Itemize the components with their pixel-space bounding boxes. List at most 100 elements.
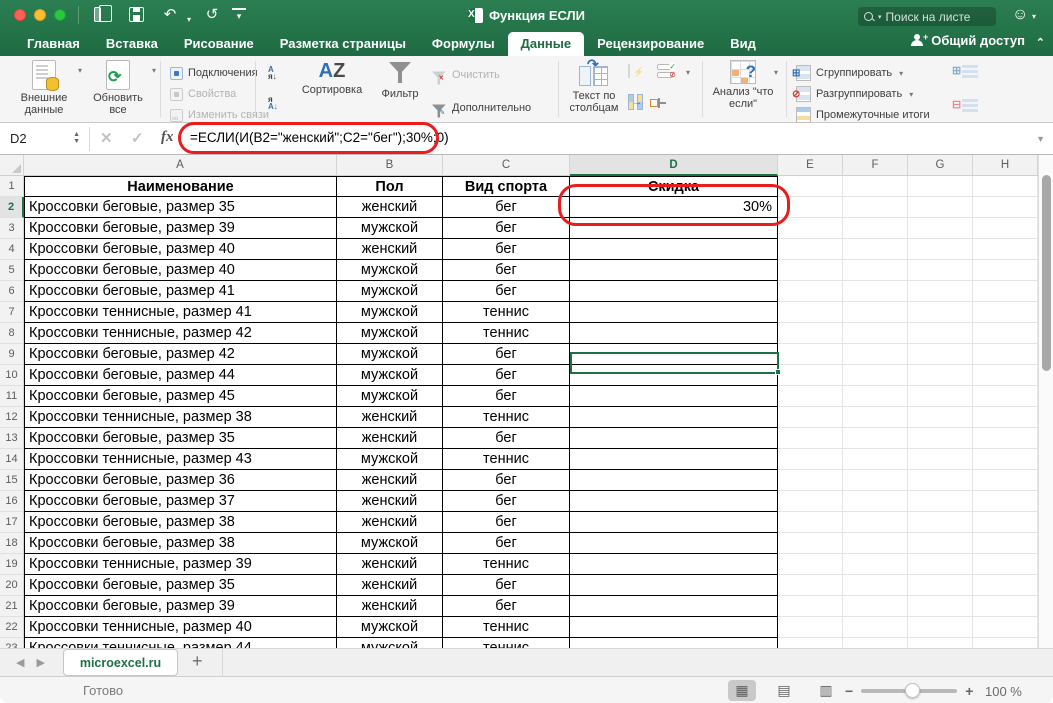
cell-A2[interactable]: Кроссовки беговые, размер 35 <box>24 197 337 218</box>
cell-H10[interactable] <box>973 365 1038 386</box>
zoom-in-button[interactable]: + <box>965 683 973 699</box>
cell-E15[interactable] <box>778 470 843 491</box>
cell-B21[interactable]: женский <box>337 596 443 617</box>
cell-H21[interactable] <box>973 596 1038 617</box>
cell-B17[interactable]: женский <box>337 512 443 533</box>
cell-D22[interactable] <box>570 617 778 638</box>
cell-H13[interactable] <box>973 428 1038 449</box>
zoom-slider[interactable] <box>861 689 957 693</box>
vertical-scrollbar[interactable] <box>1038 155 1053 648</box>
undo-icon[interactable]: ↶ <box>158 4 182 26</box>
cell-G8[interactable] <box>908 323 973 344</box>
name-box-spinner[interactable]: ▲▼ <box>73 132 88 145</box>
cell-G13[interactable] <box>908 428 973 449</box>
row-header-16[interactable]: 16 <box>0 491 24 512</box>
cell-F19[interactable] <box>843 554 908 575</box>
cell-E16[interactable] <box>778 491 843 512</box>
cell-C11[interactable]: бег <box>443 386 570 407</box>
cell-B18[interactable]: мужской <box>337 533 443 554</box>
cell-B5[interactable]: мужской <box>337 260 443 281</box>
cell-H15[interactable] <box>973 470 1038 491</box>
cell-G14[interactable] <box>908 449 973 470</box>
feedback-smiley-icon[interactable]: ☺ <box>1012 6 1028 24</box>
expand-formula-bar-icon[interactable]: ▼ <box>1036 134 1045 144</box>
cell-D16[interactable] <box>570 491 778 512</box>
cell-D2[interactable]: 30% <box>570 197 778 218</box>
external-data-caret-icon[interactable]: ▾ <box>78 66 82 75</box>
cell-H11[interactable] <box>973 386 1038 407</box>
filter-button[interactable]: Фильтр <box>375 60 425 100</box>
cell-C2[interactable]: бег <box>443 197 570 218</box>
cell-F3[interactable] <box>843 218 908 239</box>
cell-C23[interactable]: теннис <box>443 638 570 648</box>
hide-detail-button[interactable]: ⊟ <box>952 98 978 114</box>
cell-D11[interactable] <box>570 386 778 407</box>
cell-E2[interactable] <box>778 197 843 218</box>
select-all-corner[interactable] <box>0 155 24 176</box>
cell-B12[interactable]: женский <box>337 407 443 428</box>
sort-ascending-button[interactable]: Ая↓ <box>268 66 277 80</box>
cell-H2[interactable] <box>973 197 1038 218</box>
cell-D8[interactable] <box>570 323 778 344</box>
cell-F8[interactable] <box>843 323 908 344</box>
zoom-slider-thumb[interactable] <box>905 683 920 698</box>
row-header-17[interactable]: 17 <box>0 512 24 533</box>
ribbon-tab-вставка[interactable]: Вставка <box>93 32 171 56</box>
cell-A10[interactable]: Кроссовки беговые, размер 44 <box>24 365 337 386</box>
cell-C15[interactable]: бег <box>443 470 570 491</box>
cell-G15[interactable] <box>908 470 973 491</box>
column-header-E[interactable]: E <box>778 155 843 176</box>
column-header-C[interactable]: C <box>443 155 570 176</box>
cell-A6[interactable]: Кроссовки беговые, размер 41 <box>24 281 337 302</box>
cell-H7[interactable] <box>973 302 1038 323</box>
cell-B11[interactable]: мужской <box>337 386 443 407</box>
cell-A1[interactable]: Наименование <box>24 176 337 197</box>
cell-A15[interactable]: Кроссовки беговые, размер 36 <box>24 470 337 491</box>
page-break-view-button[interactable]: ▥ <box>812 680 840 701</box>
cell-B20[interactable]: женский <box>337 575 443 596</box>
cell-C20[interactable]: бег <box>443 575 570 596</box>
cell-B16[interactable]: женский <box>337 491 443 512</box>
show-detail-button[interactable]: ⊞ <box>952 64 978 80</box>
row-header-20[interactable]: 20 <box>0 575 24 596</box>
cell-E23[interactable] <box>778 638 843 648</box>
column-header-F[interactable]: F <box>843 155 908 176</box>
row-header-19[interactable]: 19 <box>0 554 24 575</box>
cell-B22[interactable]: мужской <box>337 617 443 638</box>
cell-G21[interactable] <box>908 596 973 617</box>
ribbon-tab-рисование[interactable]: Рисование <box>171 32 267 56</box>
refresh-all-caret-icon[interactable]: ▾ <box>152 66 156 75</box>
cell-F5[interactable] <box>843 260 908 281</box>
cell-C17[interactable]: бег <box>443 512 570 533</box>
cell-A22[interactable]: Кроссовки теннисные, размер 40 <box>24 617 337 638</box>
ribbon-tab-разметка-страницы[interactable]: Разметка страницы <box>267 32 419 56</box>
cell-A8[interactable]: Кроссовки теннисные, размер 42 <box>24 323 337 344</box>
cell-E10[interactable] <box>778 365 843 386</box>
page-layout-view-button[interactable]: ▤ <box>770 680 798 701</box>
cell-H6[interactable] <box>973 281 1038 302</box>
cell-H23[interactable] <box>973 638 1038 648</box>
cell-F11[interactable] <box>843 386 908 407</box>
normal-view-button[interactable]: ▦ <box>728 680 756 701</box>
cell-E20[interactable] <box>778 575 843 596</box>
cell-F17[interactable] <box>843 512 908 533</box>
what-if-analysis-button[interactable]: ? Анализ "что если" <box>712 60 774 110</box>
cell-E12[interactable] <box>778 407 843 428</box>
cell-D18[interactable] <box>570 533 778 554</box>
cell-C22[interactable]: теннис <box>443 617 570 638</box>
cell-G2[interactable] <box>908 197 973 218</box>
cell-C19[interactable]: теннис <box>443 554 570 575</box>
cell-E3[interactable] <box>778 218 843 239</box>
cell-C6[interactable]: бег <box>443 281 570 302</box>
cell-H8[interactable] <box>973 323 1038 344</box>
cell-G7[interactable] <box>908 302 973 323</box>
cell-B7[interactable]: мужской <box>337 302 443 323</box>
ribbon-tab-формулы[interactable]: Формулы <box>419 32 508 56</box>
cell-A14[interactable]: Кроссовки теннисные, размер 43 <box>24 449 337 470</box>
cell-B13[interactable]: женский <box>337 428 443 449</box>
formula-input[interactable]: =ЕСЛИ(И(B2="женский";C2="бег");30%;0) <box>190 130 449 145</box>
cell-A18[interactable]: Кроссовки беговые, размер 38 <box>24 533 337 554</box>
cell-A9[interactable]: Кроссовки беговые, размер 42 <box>24 344 337 365</box>
cell-G4[interactable] <box>908 239 973 260</box>
group-button[interactable]: ⊞ Сгруппировать▾ <box>796 63 903 83</box>
